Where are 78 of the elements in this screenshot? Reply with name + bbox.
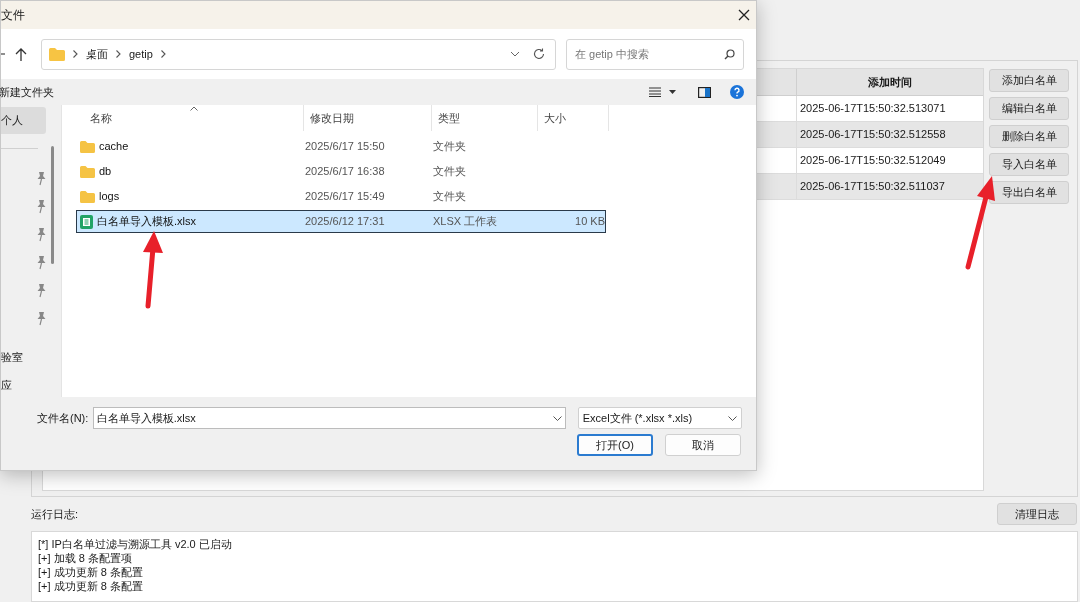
chevron-right-icon: [73, 50, 78, 58]
pin-icon[interactable]: [37, 283, 46, 298]
column-header: 添加时间: [867, 74, 913, 90]
chevron-down-icon[interactable]: [510, 51, 520, 57]
file-date: 2025/6/12 17:31: [305, 214, 386, 230]
scrollbar[interactable]: [51, 146, 54, 264]
clear-log-button[interactable]: 清理日志: [997, 503, 1077, 525]
file-name: 白名单导入模板.xlsx: [97, 214, 196, 230]
column-header[interactable]: 修改日期: [304, 105, 432, 131]
address-bar[interactable]: 桌面 getip: [41, 38, 556, 70]
table-cell-text: 2025-06-17T15:50:32.512558: [799, 127, 947, 143]
file-type: 文件夹: [433, 189, 467, 205]
nav-item[interactable]: 个人: [1, 107, 46, 134]
log-line: [+] 加载 8 条配置项: [38, 551, 133, 565]
up-arrow-icon[interactable]: [15, 47, 27, 61]
column-header[interactable]: 类型: [432, 105, 538, 131]
help-icon[interactable]: [730, 85, 744, 99]
window-title: 文件: [1, 7, 25, 24]
side-button[interactable]: 编辑白名单: [989, 97, 1069, 120]
refresh-icon[interactable]: [533, 48, 545, 60]
log-line: [*] IP白名单过滤与溯源工具 v2.0 已启动: [38, 537, 233, 551]
log-line: [+] 成功更新 8 条配置: [38, 579, 144, 593]
file-name-field[interactable]: 白名单导入模板.xlsx: [92, 407, 566, 429]
log-line: [+] 成功更新 8 条配置: [38, 565, 144, 579]
file-type-dropdown[interactable]: Excel文件 (*.xlsx *.xls): [577, 407, 742, 429]
file-name: logs: [99, 189, 120, 205]
dialog-button[interactable]: 打开(O): [577, 434, 653, 456]
search-icon: [724, 48, 735, 60]
file-row[interactable]: logs 2025/6/17 15:49 文件夹: [76, 185, 606, 208]
file-name-label: 文件名(N):: [37, 410, 90, 426]
spreadsheet-icon: [80, 214, 93, 229]
file-row[interactable]: db 2025/6/17 16:38 文件夹: [76, 160, 606, 183]
folder-icon: [80, 140, 95, 153]
caret-down-icon[interactable]: [669, 90, 676, 94]
side-button[interactable]: 导出白名单: [989, 181, 1069, 204]
column-header[interactable]: 名称: [62, 105, 304, 131]
new-folder-button[interactable]: 新建文件夹: [0, 83, 54, 101]
chevron-right-icon: [160, 50, 166, 58]
pin-icon[interactable]: [37, 199, 46, 214]
file-name: db: [99, 164, 112, 180]
view-list-icon[interactable]: [649, 87, 661, 97]
chevron-down-icon: [552, 415, 562, 421]
chevron-right-icon: [116, 50, 121, 58]
file-size: 10 KB: [575, 214, 605, 230]
side-button[interactable]: 导入白名单: [989, 153, 1069, 176]
log-label: 运行日志:: [31, 506, 79, 522]
folder-icon: [80, 190, 95, 203]
file-type: 文件夹: [433, 139, 467, 155]
close-icon[interactable]: [738, 9, 750, 21]
file-row[interactable]: 白名单导入模板.xlsx 2025/6/12 17:31 XLSX 工作表 10 KB: [76, 210, 606, 233]
file-type: 文件夹: [433, 164, 467, 180]
pin-icon[interactable]: [37, 227, 46, 242]
file-date: 2025/6/17 15:50: [305, 139, 386, 155]
pin-icon[interactable]: [37, 255, 46, 270]
file-date: 2025/6/17 15:49: [305, 189, 386, 205]
folder-icon: [49, 47, 65, 61]
file-date: 2025/6/17 16:38: [305, 164, 386, 180]
file-name: cache: [99, 139, 129, 155]
pin-icon[interactable]: [37, 171, 46, 186]
folder-icon: [80, 165, 95, 178]
nav-item[interactable]: 应: [1, 372, 46, 399]
breadcrumb-item[interactable]: 桌面: [86, 45, 108, 63]
dialog-button[interactable]: 取消: [665, 434, 741, 456]
pin-icon[interactable]: [37, 311, 46, 326]
chevron-down-icon: [728, 415, 737, 421]
column-header[interactable]: 大小: [538, 105, 609, 131]
preview-pane-icon[interactable]: [698, 86, 711, 98]
file-type: XLSX 工作表: [433, 214, 499, 230]
side-button[interactable]: 添加白名单: [989, 69, 1069, 92]
sort-caret-icon: [190, 106, 198, 111]
table-cell-text: 2025-06-17T15:50:32.511037: [799, 179, 946, 195]
table-cell-text: 2025-06-17T15:50:32.512049: [799, 153, 947, 169]
table-cell-text: 2025-06-17T15:50:32.513071: [799, 101, 947, 117]
side-button[interactable]: 删除白名单: [989, 125, 1069, 148]
file-row[interactable]: cache 2025/6/17 15:50 文件夹: [76, 135, 606, 158]
nav-item[interactable]: 验室: [1, 344, 46, 371]
breadcrumb-item[interactable]: getip: [129, 45, 153, 63]
search-field[interactable]: 在 getip 中搜索: [566, 38, 744, 70]
